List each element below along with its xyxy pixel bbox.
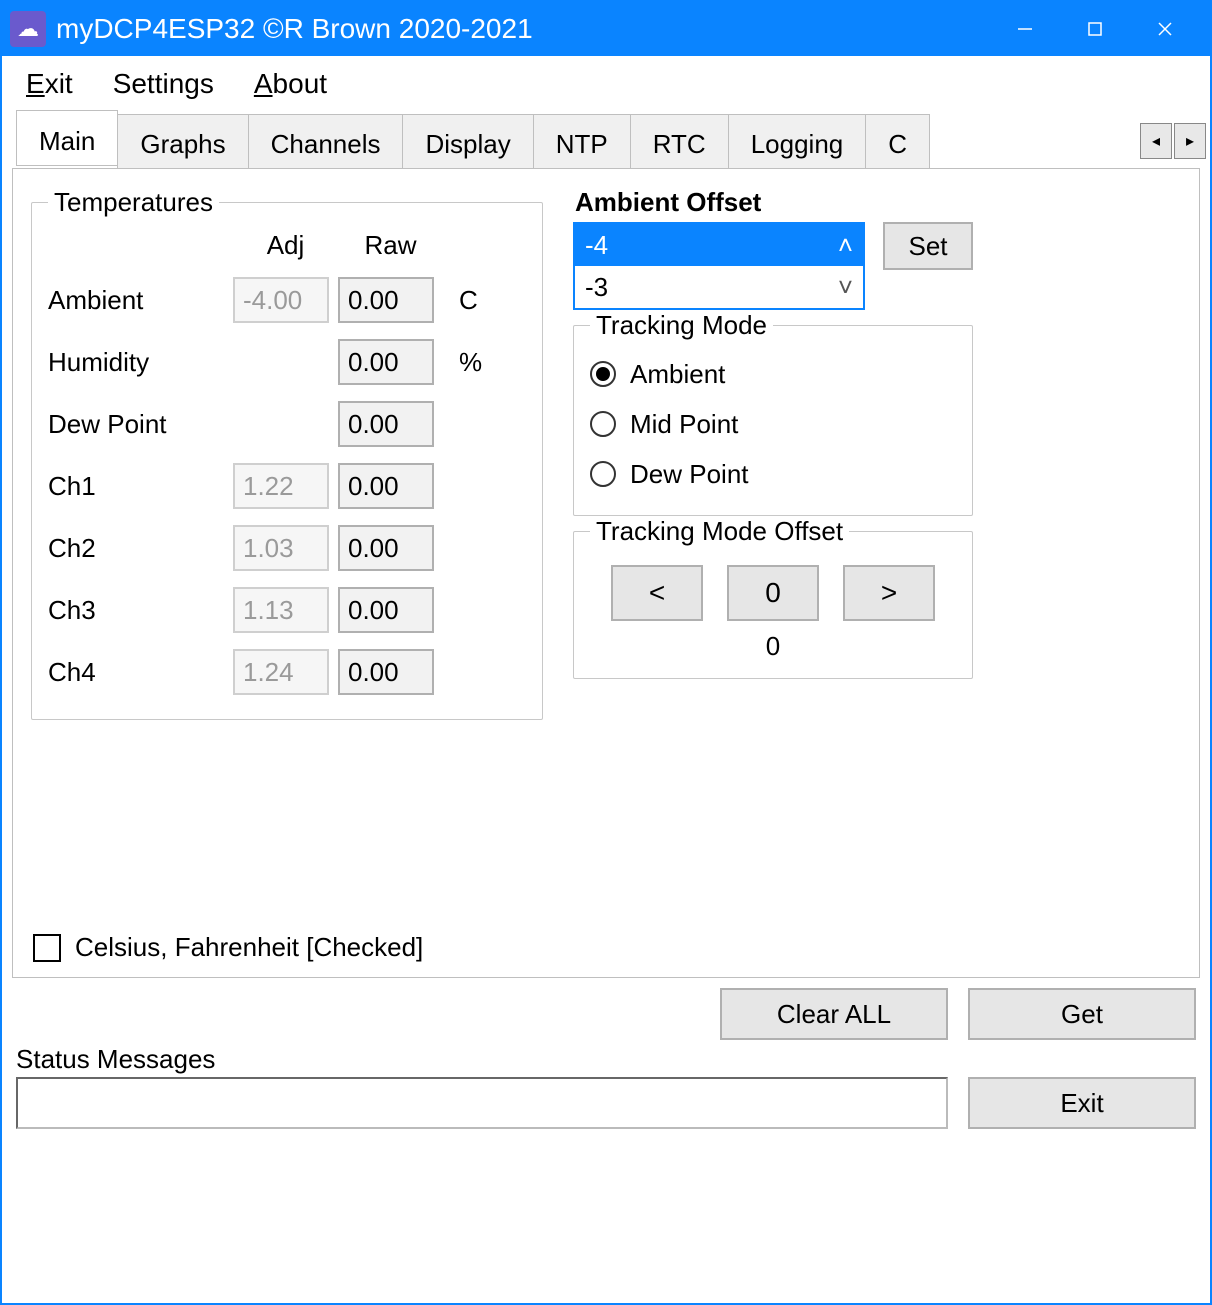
close-button[interactable] bbox=[1130, 2, 1200, 56]
row-dewpoint: Dew Point 0.00 bbox=[48, 393, 526, 455]
menu-exit[interactable]: Exit bbox=[26, 68, 73, 100]
row-ch2: Ch2 1.03 0.00 bbox=[48, 517, 526, 579]
spin-up-icon[interactable]: ˄ bbox=[830, 230, 853, 261]
temp-unit-checkbox-row[interactable]: Celsius, Fahrenheit [Checked] bbox=[33, 932, 423, 963]
window-title: myDCP4ESP32 ©R Brown 2020-2021 bbox=[56, 13, 533, 45]
minimize-button[interactable] bbox=[990, 2, 1060, 56]
ambient-raw[interactable]: 0.00 bbox=[338, 277, 434, 323]
col-adj: Adj bbox=[233, 230, 338, 261]
tab-scroll: ◂ ▸ bbox=[1138, 114, 1206, 168]
app-icon: ☁ bbox=[10, 11, 46, 47]
radio-icon bbox=[590, 361, 616, 387]
tab-channels[interactable]: Channels bbox=[248, 114, 404, 168]
clear-all-button[interactable]: Clear ALL bbox=[720, 988, 948, 1040]
tracking-mode-ambient[interactable]: Ambient bbox=[590, 349, 956, 399]
get-button[interactable]: Get bbox=[968, 988, 1196, 1040]
label-ch2: Ch2 bbox=[48, 533, 233, 564]
ch3-adj: 1.13 bbox=[233, 587, 329, 633]
row-ambient: Ambient -4.00 0.00 C bbox=[48, 269, 526, 331]
ch2-adj: 1.03 bbox=[233, 525, 329, 571]
col-raw: Raw bbox=[338, 230, 443, 261]
ambient-offset-item-selected[interactable]: -4 ˄ bbox=[575, 224, 863, 266]
main-panel: Temperatures Adj Raw Ambient -4.00 0.00 … bbox=[12, 168, 1200, 978]
radio-icon bbox=[590, 411, 616, 437]
row-ch1: Ch1 1.22 0.00 bbox=[48, 455, 526, 517]
tab-rtc[interactable]: RTC bbox=[630, 114, 729, 168]
label-dewpoint: Dew Point bbox=[48, 409, 233, 440]
bottom-buttons: Clear ALL Get bbox=[2, 988, 1210, 1040]
checkbox-icon[interactable] bbox=[33, 934, 61, 962]
ch2-raw[interactable]: 0.00 bbox=[338, 525, 434, 571]
ch1-raw[interactable]: 0.00 bbox=[338, 463, 434, 509]
temperatures-group: Temperatures Adj Raw Ambient -4.00 0.00 … bbox=[31, 187, 543, 720]
label-ch4: Ch4 bbox=[48, 657, 233, 688]
maximize-button[interactable] bbox=[1060, 2, 1130, 56]
tab-logging[interactable]: Logging bbox=[728, 114, 867, 168]
ambient-adj: -4.00 bbox=[233, 277, 329, 323]
humidity-raw[interactable]: 0.00 bbox=[338, 339, 434, 385]
temperatures-legend: Temperatures bbox=[48, 187, 219, 218]
ch3-raw[interactable]: 0.00 bbox=[338, 587, 434, 633]
tracking-offset-legend: Tracking Mode Offset bbox=[590, 516, 849, 547]
ch1-adj: 1.22 bbox=[233, 463, 329, 509]
titlebar: ☁ myDCP4ESP32 ©R Brown 2020-2021 bbox=[2, 2, 1210, 56]
dewpoint-raw[interactable]: 0.00 bbox=[338, 401, 434, 447]
tab-strip: Main Graphs Channels Display NTP RTC Log… bbox=[2, 114, 1210, 168]
tab-overflow[interactable]: C bbox=[865, 114, 930, 168]
humidity-unit: % bbox=[443, 347, 503, 378]
tab-display[interactable]: Display bbox=[402, 114, 533, 168]
tab-scroll-right[interactable]: ▸ bbox=[1174, 123, 1206, 159]
menu-about[interactable]: About bbox=[254, 68, 327, 100]
ch4-adj: 1.24 bbox=[233, 649, 329, 695]
tab-main[interactable]: Main bbox=[16, 110, 118, 166]
tracking-offset-display: 0 bbox=[727, 565, 819, 621]
tracking-mode-group: Tracking Mode Ambient Mid Point Dew Poin… bbox=[573, 310, 973, 516]
tracking-mode-dewpoint[interactable]: Dew Point bbox=[590, 449, 956, 499]
ch4-raw[interactable]: 0.00 bbox=[338, 649, 434, 695]
status-label: Status Messages bbox=[16, 1044, 1196, 1075]
spin-down-icon[interactable]: ˅ bbox=[830, 272, 853, 303]
ambient-offset-list[interactable]: -4 ˄ -3 ˅ bbox=[573, 222, 865, 310]
tracking-mode-legend: Tracking Mode bbox=[590, 310, 773, 341]
exit-button[interactable]: Exit bbox=[968, 1077, 1196, 1129]
menu-bar: Exit Settings About bbox=[2, 56, 1210, 114]
label-humidity: Humidity bbox=[48, 347, 233, 378]
row-ch3: Ch3 1.13 0.00 bbox=[48, 579, 526, 641]
label-ch1: Ch1 bbox=[48, 471, 233, 502]
tracking-offset-group: Tracking Mode Offset < 0 > 0 bbox=[573, 516, 973, 679]
row-humidity: Humidity 0.00 % bbox=[48, 331, 526, 393]
tracking-offset-current: 0 bbox=[590, 631, 956, 662]
ambient-offset-set-button[interactable]: Set bbox=[883, 222, 973, 270]
tracking-mode-midpoint[interactable]: Mid Point bbox=[590, 399, 956, 449]
tracking-offset-decrement[interactable]: < bbox=[611, 565, 703, 621]
status-area: Status Messages Exit bbox=[2, 1040, 1210, 1129]
tab-ntp[interactable]: NTP bbox=[533, 114, 631, 168]
row-ch4: Ch4 1.24 0.00 bbox=[48, 641, 526, 703]
radio-icon bbox=[590, 461, 616, 487]
ambient-unit: C bbox=[443, 285, 503, 316]
menu-settings[interactable]: Settings bbox=[113, 68, 214, 100]
status-messages-box bbox=[16, 1077, 948, 1129]
label-ch3: Ch3 bbox=[48, 595, 233, 626]
temp-unit-checkbox-label: Celsius, Fahrenheit [Checked] bbox=[75, 932, 423, 963]
label-ambient: Ambient bbox=[48, 285, 233, 316]
tracking-offset-increment[interactable]: > bbox=[843, 565, 935, 621]
ambient-offset-item-next[interactable]: -3 ˅ bbox=[575, 266, 863, 308]
ambient-offset-title: Ambient Offset bbox=[575, 187, 1181, 218]
tab-graphs[interactable]: Graphs bbox=[117, 114, 248, 168]
tab-scroll-left[interactable]: ◂ bbox=[1140, 123, 1172, 159]
